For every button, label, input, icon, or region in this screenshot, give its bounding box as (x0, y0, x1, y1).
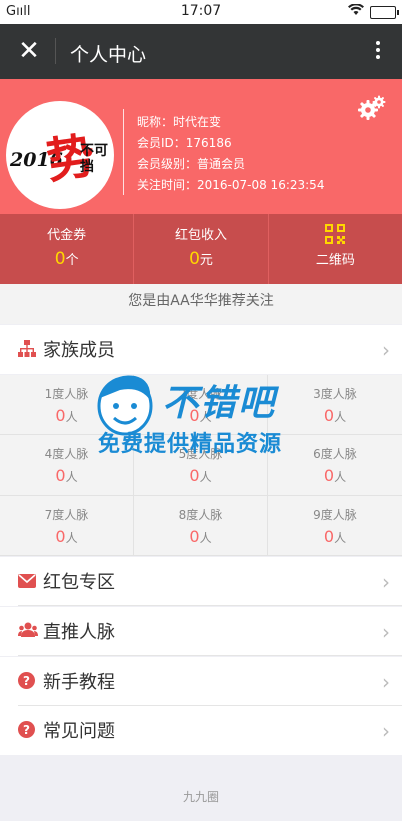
chevron-right-icon: › (382, 670, 390, 694)
red-packet-stat[interactable]: 红包收入 0元 (134, 214, 269, 284)
chevron-right-icon: › (382, 338, 390, 362)
header-divider (123, 109, 124, 195)
qrcode-icon (325, 224, 346, 244)
red-packet-label: 红包收入 (174, 228, 227, 243)
degree-label: 3度人脉 (313, 387, 357, 401)
degree-unit: 人 (199, 410, 212, 424)
close-icon[interactable]: ✕ (14, 36, 44, 66)
org-chart-icon (18, 340, 36, 358)
red-packet-zone-label: 红包专区 (43, 572, 115, 593)
more-menu-icon[interactable] (372, 38, 384, 66)
degree-unit: 人 (65, 530, 78, 545)
degrees-grid: 1度人脉 0人 2度人脉 0人 3度人脉 0人 4度人脉 0人 5度人脉 0人 6度人脉 0… (0, 375, 402, 556)
member-level: 会员级别：普通会员 (137, 157, 246, 171)
coupon-stat[interactable]: 代金券 0个 (0, 214, 135, 284)
stats-bar: 代金券 0个 红包收入 0元 二维码 (0, 214, 402, 284)
degree-value: 0 (55, 526, 66, 546)
svg-text:?: ? (23, 723, 30, 737)
gear-icon[interactable] (358, 95, 386, 125)
avatar[interactable]: 2016 势 不可挡 (6, 101, 114, 209)
degree-cell[interactable]: 3度人脉 0人 (268, 375, 402, 436)
degree-cell[interactable]: 6度人脉 0人 (268, 435, 402, 496)
nav-divider (55, 38, 56, 64)
question-circle-icon: ? (18, 721, 36, 739)
battery-icon (370, 5, 399, 19)
qrcode-label: 二维码 (315, 253, 355, 268)
degree-value: 0 (55, 466, 66, 486)
degree-value: 0 (55, 406, 66, 425)
coupon-label: 代金券 (47, 228, 87, 243)
wifi-icon (348, 3, 364, 20)
degree-unit: 人 (65, 470, 78, 485)
degree-label: 1度人脉 (44, 387, 89, 401)
degree-cell[interactable]: 4度人脉 0人 (0, 435, 134, 496)
direct-referrals-row[interactable]: 直推人脉 › (0, 607, 402, 656)
degree-value: 0 (323, 406, 335, 425)
tutorial-row[interactable]: ? 新手教程 › (0, 657, 402, 706)
page-title: 个人中心 (70, 44, 147, 66)
chevron-right-icon: › (382, 620, 390, 644)
chevron-right-icon: › (382, 570, 390, 594)
nav-bar: ✕ 个人中心 (0, 24, 402, 79)
member-id: 会员ID：176186 (137, 136, 232, 150)
degree-cell[interactable]: 7度人脉 0人 (0, 495, 134, 556)
faq-row[interactable]: ? 常见问题 › (0, 706, 402, 755)
direct-referrals-label: 直推人脉 (43, 622, 115, 643)
faq-label: 常见问题 (43, 721, 115, 742)
degree-unit: 人 (334, 410, 347, 424)
degree-unit: 人 (199, 470, 212, 485)
degree-unit: 人 (334, 530, 347, 545)
red-packet-zone-row[interactable]: 红包专区 › (0, 557, 402, 606)
degree-value: 0 (189, 526, 200, 546)
envelope-icon (18, 572, 36, 590)
degree-value: 0 (189, 466, 200, 486)
degree-value: 0 (323, 526, 335, 546)
degree-unit: 人 (199, 530, 212, 545)
degree-unit: 人 (334, 470, 347, 485)
follow-time: 关注时间：2016-07-08 16:23:54 (137, 178, 325, 192)
question-circle-icon: ? (18, 672, 36, 690)
family-members-row[interactable]: 家族成员 › (0, 325, 402, 374)
degree-cell[interactable]: 9度人脉 0人 (268, 496, 402, 556)
degree-label: 8度人脉 (178, 507, 223, 522)
degree-label: 7度人脉 (44, 507, 89, 522)
degree-label: 9度人脉 (313, 507, 357, 522)
family-members-label: 家族成员 (43, 340, 115, 361)
degree-value: 0 (189, 406, 200, 425)
chevron-right-icon: › (382, 719, 390, 743)
coupon-value: 0 (54, 249, 66, 269)
svg-text:?: ? (23, 674, 30, 688)
qrcode-stat[interactable]: 二维码 (269, 214, 402, 284)
degree-cell[interactable]: 1度人脉 0人 (0, 375, 134, 436)
profile-header: 2016 势 不可挡 昵称：时代在变 会员ID：176186 会员级别：普通会员… (0, 79, 402, 214)
nickname: 昵称：时代在变 (137, 115, 222, 129)
degree-value: 0 (323, 466, 335, 486)
footer-text: 九九圈 (182, 790, 219, 804)
status-time: 17:07 (180, 3, 222, 19)
degree-cell[interactable]: 8度人脉 0人 (134, 495, 268, 556)
degree-cell[interactable]: 2度人脉 0人 (134, 375, 268, 436)
status-icons (348, 3, 399, 20)
coupon-unit: 个 (65, 253, 79, 268)
degree-label: 6度人脉 (313, 447, 357, 462)
tutorial-label: 新手教程 (43, 672, 115, 693)
degree-label: 4度人脉 (44, 447, 89, 462)
referral-text: 您是由AA华华推荐关注 (0, 284, 402, 324)
degree-cell[interactable]: 5度人脉 0人 (134, 435, 268, 496)
users-icon (18, 622, 38, 640)
profile-info: 昵称：时代在变 会员ID：176186 会员级别：普通会员 关注时间：2016-… (137, 112, 324, 196)
degree-label: 5度人脉 (178, 447, 223, 462)
red-packet-unit: 元 (199, 253, 213, 268)
status-bar: Gııll 17:07 (0, 0, 402, 24)
red-packet-value: 0 (189, 249, 200, 269)
avatar-small-text: 不可挡 (80, 143, 108, 175)
degree-label: 2度人脉 (178, 387, 223, 401)
degree-unit: 人 (65, 410, 78, 424)
